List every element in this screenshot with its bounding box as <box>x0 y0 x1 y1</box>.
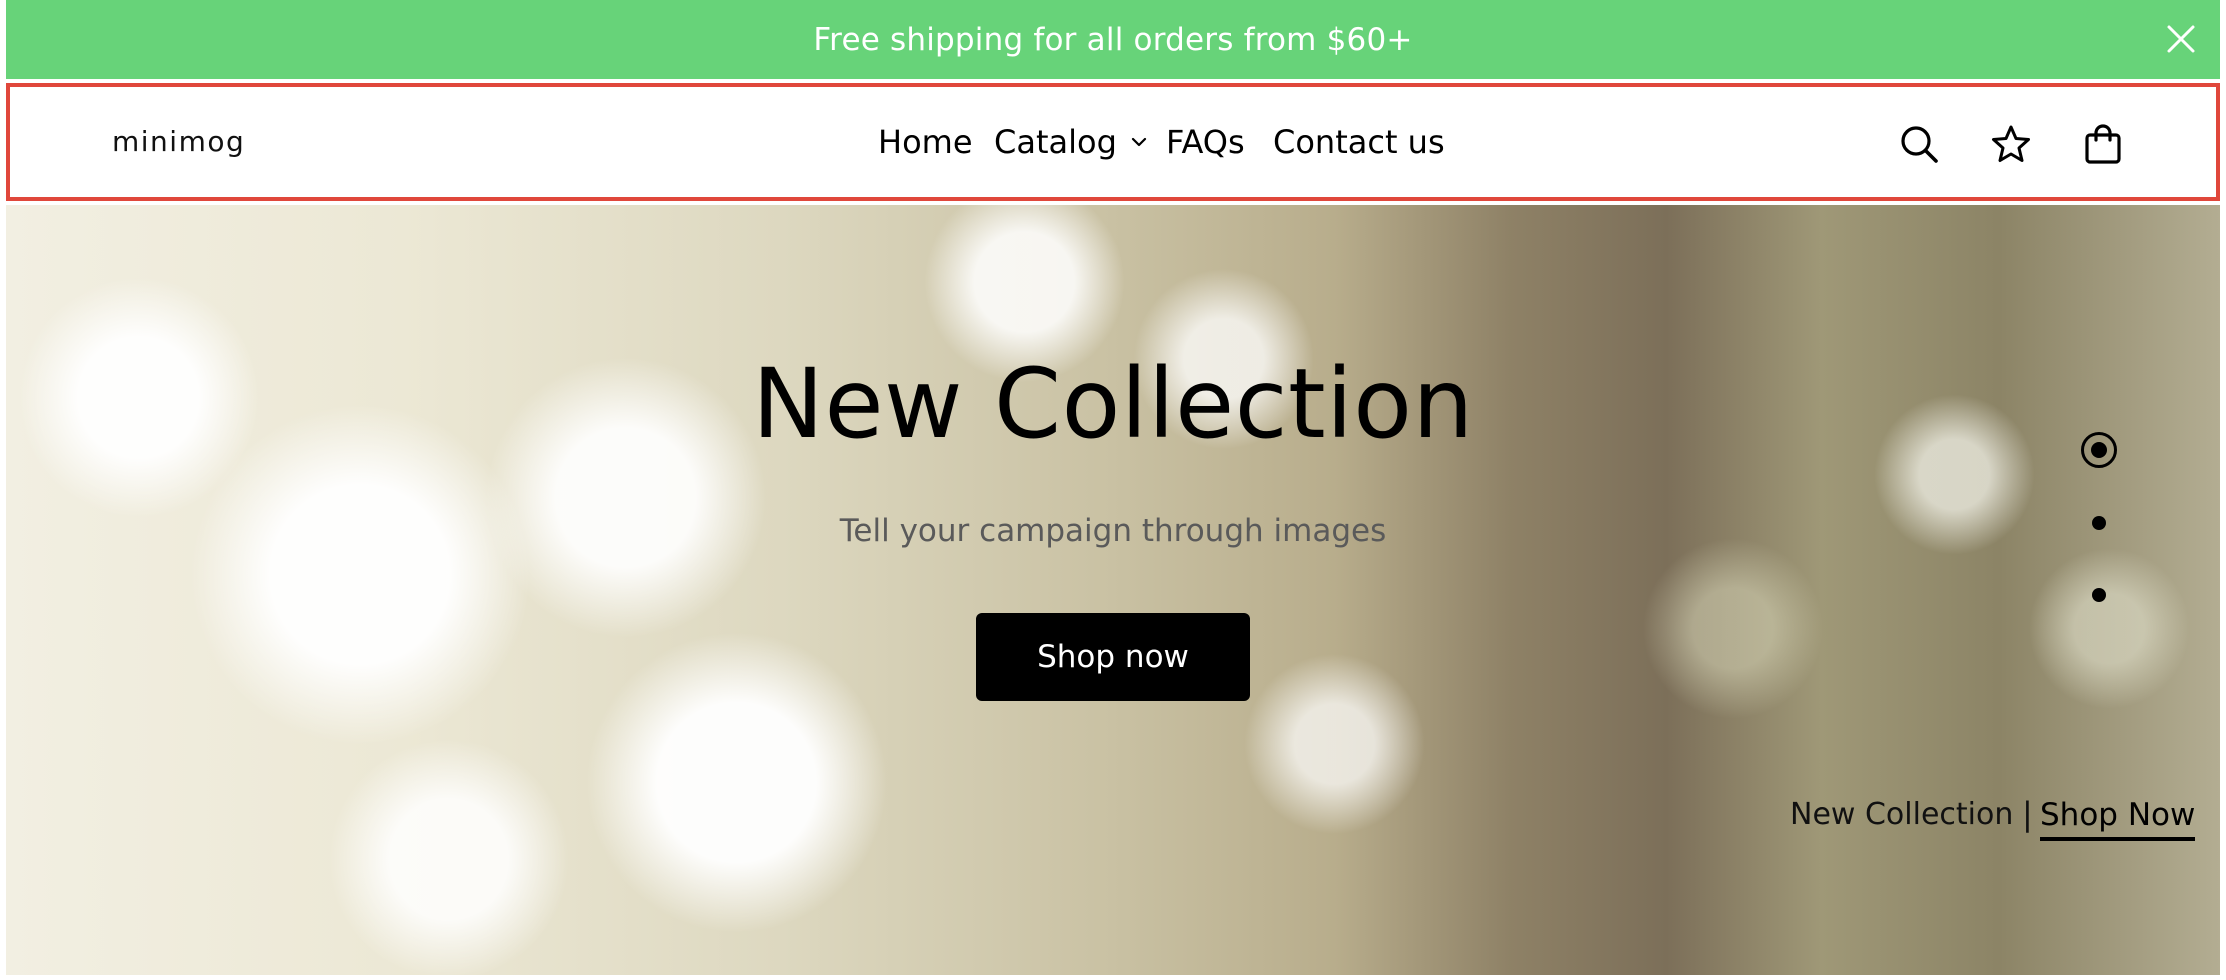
nav-item-label: FAQs <box>1166 123 1245 161</box>
hero-banner: New Collection Tell your campaign throug… <box>6 205 2220 975</box>
caption-separator: | <box>2022 795 2033 833</box>
nav-item-faqs[interactable]: FAQs <box>1166 123 1245 161</box>
announcement-bar: Free shipping for all orders from $60+ <box>6 0 2220 79</box>
search-icon[interactable] <box>1898 123 1940 165</box>
main-nav: Home Catalog FAQs Contact us <box>10 87 2216 197</box>
close-icon[interactable] <box>2166 24 2196 54</box>
collection-caption: New Collection <box>1790 797 2014 832</box>
nav-item-catalog[interactable]: Catalog <box>994 123 1147 161</box>
nav-item-label: Catalog <box>994 123 1117 161</box>
hero-title: New Collection <box>752 348 1474 460</box>
nav-item-label: Contact us <box>1273 123 1445 161</box>
star-icon[interactable] <box>1990 123 2032 165</box>
site-header: minimog Home Catalog FAQs Contact us <box>6 83 2220 201</box>
chevron-down-icon <box>1131 137 1146 147</box>
page: Free shipping for all orders from $60+ m… <box>0 0 2226 980</box>
shop-now-button[interactable]: Shop now <box>976 613 1250 701</box>
slide-dot-active[interactable] <box>2080 431 2118 469</box>
shopping-bag-icon[interactable] <box>2082 123 2124 165</box>
nav-item-contact-us[interactable]: Contact us <box>1273 123 1445 161</box>
slide-dot[interactable] <box>2092 588 2106 602</box>
nav-item-home[interactable]: Home <box>878 123 973 161</box>
slide-dot[interactable] <box>2092 516 2106 530</box>
hero-subtitle: Tell your campaign through images <box>839 513 1387 549</box>
nav-item-label: Home <box>878 123 973 161</box>
shop-now-link[interactable]: Shop Now <box>2040 797 2196 841</box>
announcement-text: Free shipping for all orders from $60+ <box>813 21 1413 58</box>
